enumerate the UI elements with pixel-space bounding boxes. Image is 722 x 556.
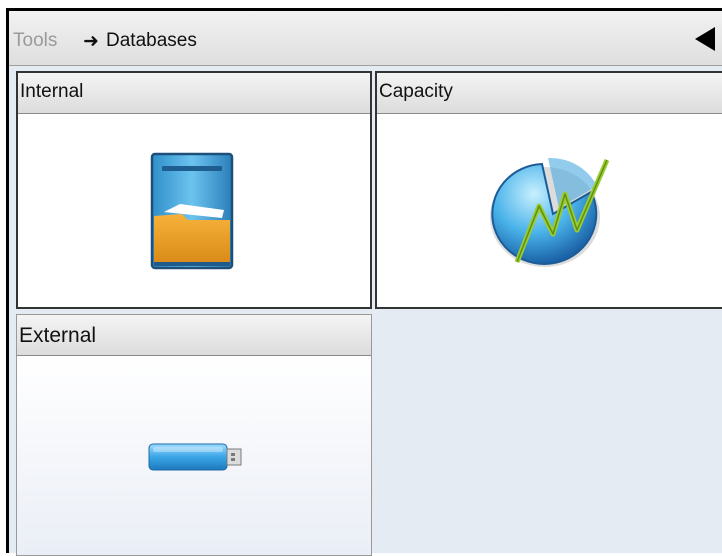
tile-body [18, 114, 370, 307]
tile-label-capacity: Capacity [379, 81, 453, 102]
file-cabinet-icon [150, 152, 234, 270]
app-window: Tools ➜ Databases Internal Capacity Exte… [6, 8, 722, 556]
tile-header: Internal [18, 73, 370, 114]
breadcrumb-current: Databases [106, 30, 197, 51]
tile-internal[interactable]: Internal [16, 71, 372, 309]
tile-capacity[interactable]: Capacity [375, 71, 722, 309]
breadcrumb-root[interactable]: Tools [13, 30, 57, 52]
tile-header: Capacity [377, 73, 722, 114]
usb-drive-icon [148, 443, 242, 471]
tile-body [17, 356, 371, 555]
back-button[interactable] [693, 25, 719, 53]
back-arrow-icon [695, 27, 715, 51]
tile-external[interactable]: External [16, 314, 372, 556]
tile-label-external: External [19, 324, 97, 347]
breadcrumb: Tools ➜ Databases [9, 11, 722, 66]
capacity-chart-icon [490, 157, 610, 267]
tile-header: External [17, 315, 371, 356]
breadcrumb-arrow-icon: ➜ [83, 31, 99, 52]
tile-body [377, 114, 722, 307]
tile-label-internal: Internal [20, 81, 84, 102]
